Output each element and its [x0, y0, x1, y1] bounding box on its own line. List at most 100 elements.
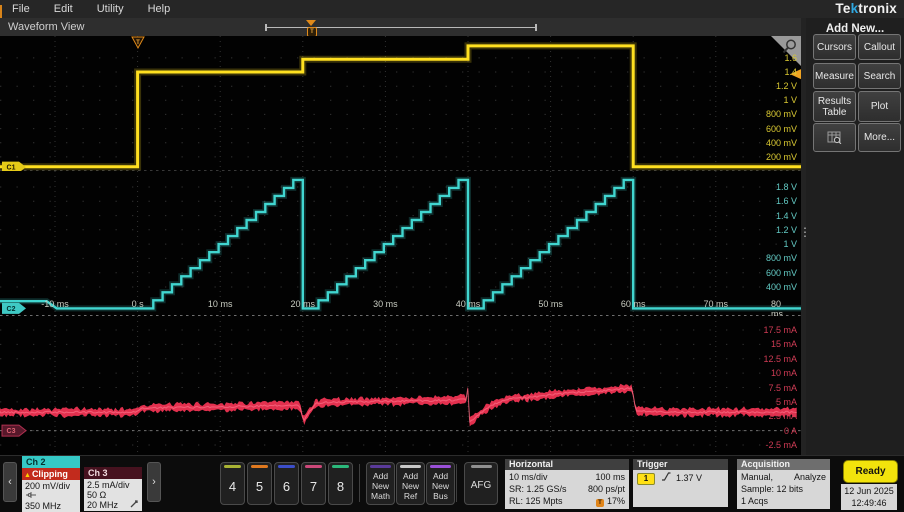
add-new-bus-button[interactable]: Add New Bus	[426, 462, 455, 505]
record-view-left-cap	[265, 24, 267, 31]
oscilloscope-app: File Edit Utility Help Tektronix Waveform V…	[0, 0, 904, 512]
ready-status-button[interactable]: Ready	[843, 460, 898, 483]
table-search-icon	[827, 131, 842, 144]
horizontal-window: 100 ms	[595, 471, 625, 483]
trigger-time-flag[interactable]: T	[132, 37, 144, 48]
trigger-title: Trigger	[633, 459, 728, 470]
add-search-button[interactable]: Search	[858, 63, 901, 89]
afg-button[interactable]: AFG	[464, 462, 498, 505]
datetime-display: 12 Jun 2025 12:49:46	[841, 484, 897, 510]
tektronix-logo: Tektronix	[835, 1, 897, 16]
acquisition-count: 1 Acqs	[741, 495, 826, 507]
acquisition-mode: Manual,	[741, 471, 773, 483]
add-plot-button[interactable]: Plot	[858, 91, 901, 122]
channel5-label: 5	[256, 468, 263, 504]
add-new-ref-label: Add New Ref	[397, 468, 424, 504]
more-button[interactable]: More...	[858, 123, 901, 152]
trigger-panel[interactable]: Trigger 1 1.37 V	[633, 459, 728, 507]
channel3-badge[interactable]: Ch 3 2.5 mA/div 50 Ω 20 MHz	[84, 467, 142, 511]
add-measure-button[interactable]: Measure	[813, 63, 856, 89]
graticule-slice-c3[interactable]: C317.5 mA15 mA12.5 mA10 mA7.5 mA5 mA2.5 …	[0, 316, 801, 456]
trigger-source-badge: 1	[637, 473, 655, 485]
acquisition-panel[interactable]: Acquisition Manual, Analyze Sample: 12 bi…	[737, 459, 830, 509]
graticule-slice-c2[interactable]: C21.8 V1.6 V1.4 V1.2 V1 V800 mV600 mV400…	[0, 171, 801, 317]
channel-scroll-right-button[interactable]: ›	[147, 462, 161, 502]
channel2-settings: 200 mV/div 350 MHz	[22, 480, 80, 512]
probe-settings-icon	[130, 500, 139, 510]
resolution: 800 ps/pt	[588, 483, 625, 495]
add-new-bus-label: Add New Bus	[427, 468, 454, 504]
channel3-bandwidth: 20 MHz	[87, 500, 118, 510]
trigger-position-icon: T	[596, 499, 604, 507]
horizontal-scale: 10 ms/div	[509, 471, 548, 483]
add-new-math-button[interactable]: Add New Math	[366, 462, 395, 505]
waveform-view-header: Waveform View T	[0, 18, 801, 37]
channel-badge-c1[interactable]: C1	[2, 162, 26, 171]
logo-text: tronix	[858, 1, 897, 16]
trigger-level-arrow[interactable]	[790, 69, 801, 79]
edge-accent	[0, 5, 2, 18]
trigger-position-percent: 17%	[607, 496, 625, 506]
channel7-button[interactable]: 7	[301, 462, 326, 505]
channel-scroll-left-button[interactable]: ‹	[3, 462, 17, 502]
acquisition-analyze: Analyze	[794, 471, 826, 483]
channel8-label: 8	[337, 468, 344, 504]
results-bar: Add New... CursorsCalloutMeasureSearchRe…	[806, 18, 904, 455]
time-label: 12:49:46	[841, 497, 897, 509]
channel8-button[interactable]: 8	[328, 462, 353, 505]
channel2-clipping-warning: ▲Clipping	[22, 468, 80, 480]
menu-utility[interactable]: Utility	[97, 3, 124, 15]
channel3-impedance: 50 Ω	[87, 490, 139, 500]
separator	[359, 464, 360, 502]
waveform-graticule[interactable]: TC11.61.41.2 V1 V800 mV600 mV400 mV200 m…	[0, 36, 801, 455]
channel4-label: 4	[229, 468, 236, 504]
view-title: Waveform View	[8, 21, 84, 33]
add-cursors-button[interactable]: Cursors	[813, 34, 856, 60]
channel2-bandwidth: 350 MHz	[25, 501, 77, 511]
sample-rate: SR: 1.25 GS/s	[509, 483, 567, 495]
logo-text: Te	[835, 1, 850, 16]
horizontal-title: Horizontal	[505, 459, 629, 470]
horizontal-panel[interactable]: Horizontal 10 ms/div 100 ms SR: 1.25 GS/s…	[505, 459, 629, 509]
acquisition-title: Acquisition	[737, 459, 830, 470]
separator	[456, 464, 457, 502]
record-view-bar[interactable]: T	[265, 18, 537, 36]
channel-badge-c3[interactable]: C3	[2, 425, 26, 436]
menu-help[interactable]: Help	[148, 3, 171, 15]
channel7-label: 7	[310, 468, 317, 504]
svg-text:T: T	[136, 40, 140, 46]
add-new-math-label: Add New Math	[367, 468, 394, 504]
channel5-button[interactable]: 5	[247, 462, 272, 505]
acquisition-sample: Sample: 12 bits	[741, 483, 826, 495]
channel2-badge[interactable]: Ch 2 ▲Clipping 200 mV/div 350 MHz	[22, 456, 80, 512]
rising-edge-icon	[661, 473, 671, 483]
settings-bar: ‹ Ch 2 ▲Clipping 200 mV/div 350 MHz Ch 3…	[0, 455, 904, 512]
clipping-label: Clipping	[32, 469, 68, 479]
channel6-button[interactable]: 6	[274, 462, 299, 505]
menu-items: File Edit Utility Help	[12, 0, 170, 18]
channel3-scale: 2.5 mA/div	[87, 480, 139, 490]
svg-text:C2: C2	[7, 306, 16, 313]
channel2-scale: 200 mV/div	[25, 481, 77, 491]
table-search-icon-button[interactable]	[813, 123, 856, 152]
record-length: RL: 125 Mpts	[509, 495, 563, 507]
graticule-slice-c1[interactable]: TC11.61.41.2 V1 V800 mV600 mV400 mV200 m…	[0, 36, 801, 172]
trigger-level: 1.37 V	[676, 473, 702, 483]
date-label: 12 Jun 2025	[841, 485, 897, 497]
channel3-settings: 2.5 mA/div 50 Ω 20 MHz	[84, 479, 142, 511]
menu-bar: File Edit Utility Help Tektronix	[0, 0, 904, 19]
add-new-ref-button[interactable]: Add New Ref	[396, 462, 425, 505]
record-view-line	[265, 27, 537, 28]
channel4-button[interactable]: 4	[220, 462, 245, 505]
zoom-corner-button[interactable]	[771, 36, 801, 66]
add-callout-button[interactable]: Callout	[858, 34, 901, 60]
svg-text:C3: C3	[7, 428, 16, 435]
add-results-table-button[interactable]: Results Table	[813, 91, 856, 122]
menu-edit[interactable]: Edit	[54, 3, 73, 15]
warning-icon: ▲	[24, 472, 31, 479]
trigger-position-marker[interactable]	[306, 20, 316, 26]
menu-file[interactable]: File	[12, 3, 30, 15]
channel6-label: 6	[283, 468, 290, 504]
channel-badge-c2[interactable]: C2	[2, 303, 26, 314]
probe-icon	[25, 491, 77, 501]
